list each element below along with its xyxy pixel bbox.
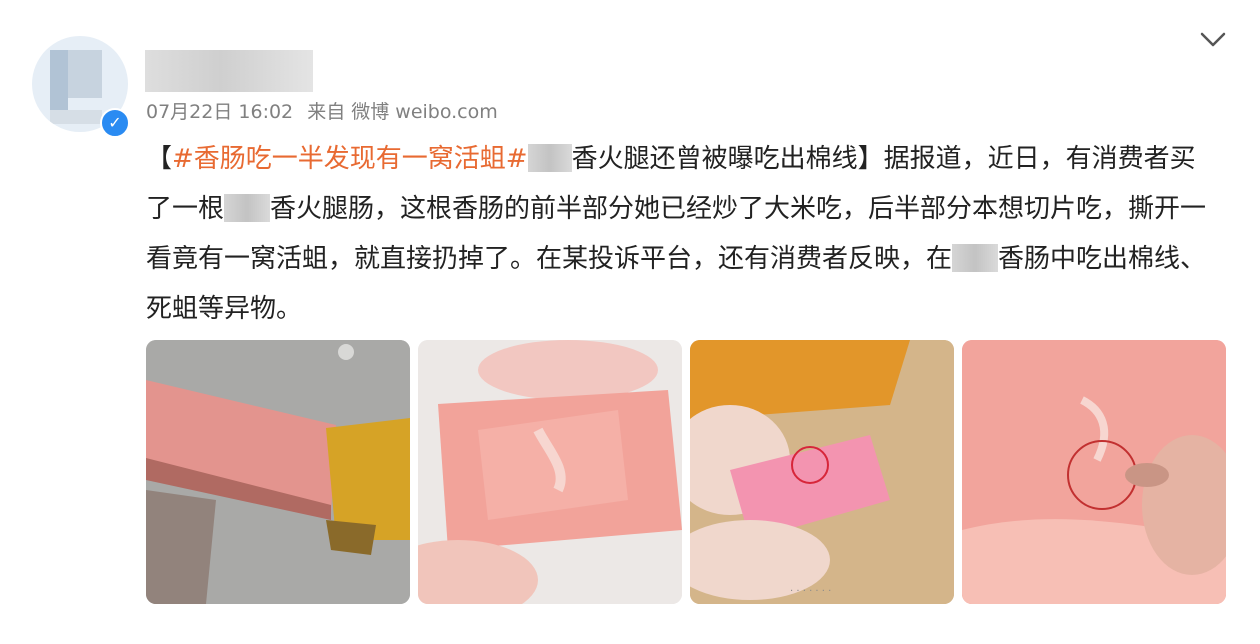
brand-redacted (224, 194, 271, 222)
post-source: 来自 微博 weibo.com (307, 101, 498, 123)
hashtag-link[interactable]: #香肠吃一半发现有一窝活蛆# (172, 144, 528, 174)
username-redacted[interactable] (145, 50, 313, 92)
svg-text:· · · · · · ·: · · · · · · · (790, 586, 831, 597)
verified-badge-icon: ✓ (100, 108, 130, 138)
post-image-3[interactable]: · · · · · · · (690, 340, 954, 604)
chevron-down-icon[interactable] (1196, 26, 1230, 54)
post-body: 【#香肠吃一半发现有一窝活蛆# 香火腿还曾被曝吃出棉线】据报道，近日，有消费者买了… (146, 144, 1207, 324)
brand-redacted (527, 144, 572, 172)
post-image-1[interactable] (146, 340, 410, 604)
post-image-2[interactable] (418, 340, 682, 604)
post-meta: 07月22日 16:02 来自 微博 weibo.com (146, 97, 506, 124)
post-timestamp[interactable]: 07月22日 16:02 (146, 101, 293, 123)
brand-redacted (952, 244, 999, 272)
post-image-4[interactable] (962, 340, 1226, 604)
